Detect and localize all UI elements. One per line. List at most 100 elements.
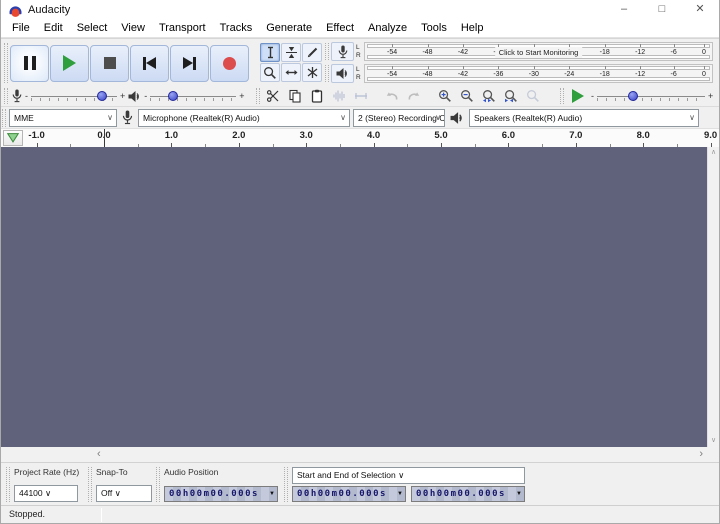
trim-icon bbox=[332, 89, 346, 103]
menu-file[interactable]: File bbox=[5, 20, 37, 37]
stop-button[interactable] bbox=[90, 45, 129, 82]
play-speed-thumb[interactable] bbox=[628, 91, 638, 101]
fit-project-button[interactable] bbox=[500, 87, 522, 106]
recording-meter-mic-button[interactable] bbox=[331, 42, 354, 61]
minimize-button[interactable]: – bbox=[605, 0, 643, 20]
selection-mode-dropdown[interactable]: Start and End of Selection ∨ bbox=[292, 467, 525, 484]
scroll-up-icon[interactable]: ∧ bbox=[711, 147, 716, 159]
ruler-label: 7.0 bbox=[569, 130, 582, 141]
timeshift-tool[interactable] bbox=[281, 63, 301, 82]
cut-button[interactable] bbox=[262, 87, 284, 106]
menu-view[interactable]: View bbox=[114, 20, 152, 37]
fit-selection-button[interactable] bbox=[478, 87, 500, 106]
menu-effect[interactable]: Effect bbox=[319, 20, 361, 37]
maximize-button[interactable]: □ bbox=[643, 0, 681, 20]
toolbar-grip[interactable] bbox=[560, 88, 564, 104]
playback-meter-speaker-button[interactable] bbox=[331, 64, 354, 83]
playback-device-dropdown[interactable]: Speakers (Realtek(R) Audio) ∨ bbox=[469, 109, 699, 127]
recording-device-dropdown[interactable]: Microphone (Realtek(R) Audio) ∨ bbox=[138, 109, 350, 127]
chevron-down-icon: ∨ bbox=[435, 110, 441, 126]
play-at-speed-button[interactable] bbox=[566, 87, 590, 105]
menu-tracks[interactable]: Tracks bbox=[213, 20, 260, 37]
playback-volume-slider[interactable] bbox=[150, 88, 236, 104]
zoom-in-button[interactable] bbox=[434, 87, 456, 106]
project-rate-group: Project Rate (Hz) 44100 ∨ bbox=[5, 465, 79, 504]
playback-volume-thumb[interactable] bbox=[168, 91, 178, 101]
snap-to-value: Off bbox=[101, 488, 112, 498]
multi-tool[interactable] bbox=[302, 63, 322, 82]
project-rate-dropdown[interactable]: 44100 ∨ bbox=[14, 485, 78, 502]
time-format-dropdown-icon[interactable]: ▼ bbox=[395, 491, 405, 497]
selection-range-group: Start and End of Selection ∨ 00h00m00.00… bbox=[283, 465, 525, 504]
ruler-label: -1.0 bbox=[28, 130, 44, 141]
menu-tools[interactable]: Tools bbox=[414, 20, 454, 37]
chevron-down-icon: ∨ bbox=[45, 488, 51, 498]
menu-edit[interactable]: Edit bbox=[37, 20, 70, 37]
track-area[interactable] bbox=[1, 147, 719, 447]
selection-start-field[interactable]: 00h00m00.000s ▼ bbox=[292, 486, 406, 502]
window-controls: – □ ✕ bbox=[605, 0, 719, 20]
recording-channels-dropdown[interactable]: 2 (Stereo) Recording Chan ∨ bbox=[353, 109, 445, 127]
audio-position-field[interactable]: 00h00m00.000s ▼ bbox=[164, 486, 278, 502]
snap-to-dropdown[interactable]: Off ∨ bbox=[96, 485, 152, 502]
menu-help[interactable]: Help bbox=[454, 20, 491, 37]
play-speed-slider[interactable] bbox=[597, 88, 705, 104]
channel-label: R bbox=[356, 74, 364, 82]
toolbar-grip[interactable] bbox=[4, 88, 8, 104]
playback-meter[interactable]: -54-48-42-36-30-24-18-12-60 bbox=[364, 64, 713, 83]
vertical-scrollbar[interactable]: ∧ ∨ bbox=[707, 147, 719, 447]
toolbar-grip[interactable] bbox=[325, 65, 329, 82]
recording-volume-thumb[interactable] bbox=[97, 91, 107, 101]
toolbar-grip[interactable] bbox=[88, 467, 92, 502]
audio-host-dropdown[interactable]: MME ∨ bbox=[9, 109, 117, 127]
toolbar-grip[interactable] bbox=[284, 467, 288, 502]
envelope-tool[interactable] bbox=[281, 43, 301, 62]
close-button[interactable]: ✕ bbox=[681, 0, 719, 20]
skip-to-end-button[interactable] bbox=[170, 45, 209, 82]
menu-analyze[interactable]: Analyze bbox=[361, 20, 414, 37]
timeline-ruler[interactable]: -1.00.01.02.03.04.05.06.07.08.09.0 bbox=[25, 129, 719, 148]
draw-tool[interactable] bbox=[302, 43, 322, 62]
recording-volume-slider[interactable] bbox=[31, 88, 117, 104]
menu-transport[interactable]: Transport bbox=[152, 20, 213, 37]
toolbar-grip[interactable] bbox=[2, 109, 6, 127]
play-button[interactable] bbox=[50, 45, 89, 82]
slider-plus-label: + bbox=[119, 89, 126, 103]
menu-select[interactable]: Select bbox=[70, 20, 115, 37]
copy-icon bbox=[288, 89, 302, 103]
toolbar-grip[interactable] bbox=[4, 43, 8, 83]
paste-button[interactable] bbox=[306, 87, 328, 106]
time-format-dropdown-icon[interactable]: ▼ bbox=[267, 491, 277, 497]
record-button[interactable] bbox=[210, 45, 249, 82]
transport-toolbar-buttons bbox=[10, 45, 250, 82]
timeline-options-button[interactable] bbox=[3, 130, 23, 146]
toolbar-grip[interactable] bbox=[256, 88, 260, 104]
pause-button[interactable] bbox=[10, 45, 49, 82]
zoom-out-button[interactable] bbox=[456, 87, 478, 106]
scroll-down-icon[interactable]: ∨ bbox=[711, 435, 716, 447]
redo-button bbox=[403, 87, 425, 106]
horizontal-scrollbar[interactable]: ‹ › bbox=[1, 447, 719, 462]
copy-button[interactable] bbox=[284, 87, 306, 106]
selection-end-field[interactable]: 00h00m00.000s ▼ bbox=[411, 486, 525, 502]
toolbar-grip[interactable] bbox=[325, 43, 329, 60]
chevron-down-icon: ∨ bbox=[107, 110, 113, 126]
menu-generate[interactable]: Generate bbox=[259, 20, 319, 37]
toolbar-grip[interactable] bbox=[156, 467, 160, 502]
speaker-icon bbox=[336, 67, 349, 80]
recording-meter[interactable]: -54-48-42-36-30-24-18-12-60 Click to Sta… bbox=[364, 42, 713, 61]
scroll-left-icon[interactable]: ‹ bbox=[97, 447, 101, 461]
pin-triangle-icon bbox=[6, 132, 20, 144]
scroll-right-icon[interactable]: › bbox=[699, 447, 703, 461]
skip-to-start-button[interactable] bbox=[130, 45, 169, 82]
tools-toolbar bbox=[255, 41, 323, 85]
snap-to-group: Snap-To Off ∨ bbox=[87, 465, 152, 504]
window-title: Audacity bbox=[28, 4, 70, 16]
time-format-dropdown-icon[interactable]: ▼ bbox=[514, 491, 524, 497]
skip-end-icon bbox=[183, 57, 196, 70]
monitoring-hint[interactable]: Click to Start Monitoring bbox=[495, 47, 583, 58]
zoom-tool[interactable] bbox=[260, 63, 280, 82]
toolbar-grip[interactable] bbox=[6, 467, 10, 502]
selection-tool[interactable] bbox=[260, 43, 280, 62]
undo-button bbox=[381, 87, 403, 106]
